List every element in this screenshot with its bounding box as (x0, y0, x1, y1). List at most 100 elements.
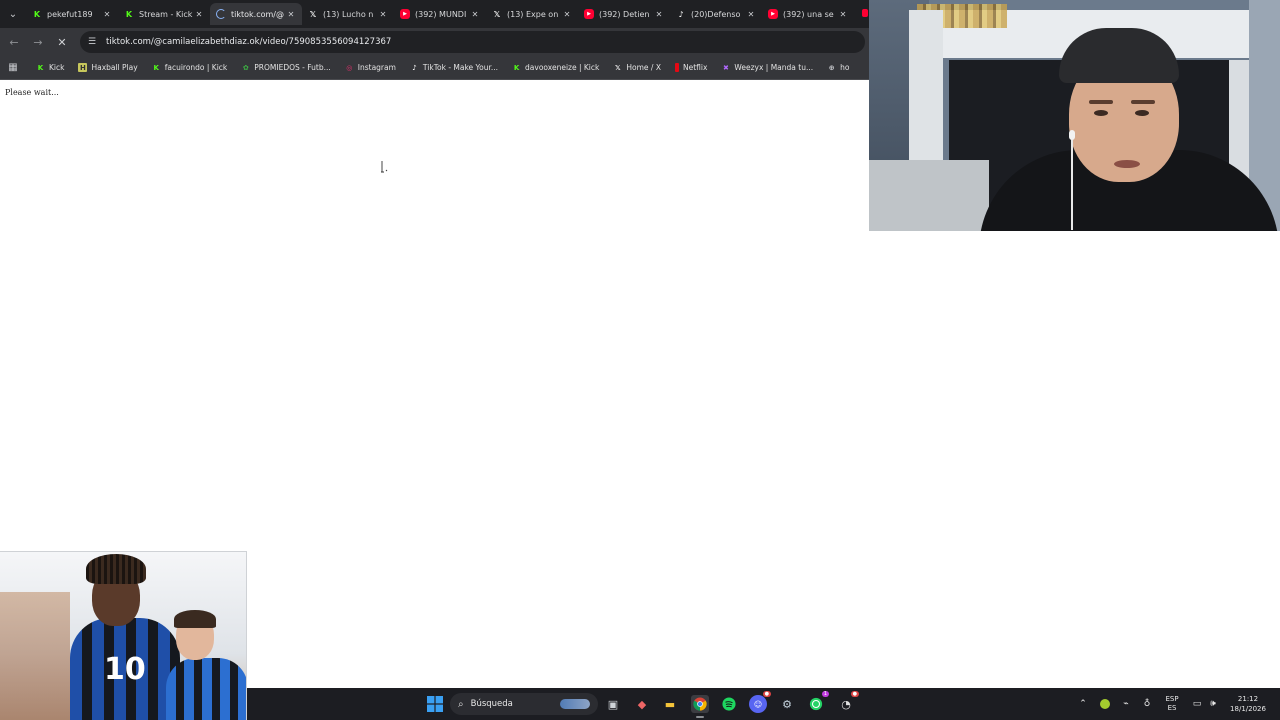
url-text: tiktok.com/@camilaelizabethdiaz.ok/video… (106, 37, 392, 47)
webcam-overlay (869, 0, 1280, 231)
thumbnail-stands (0, 592, 70, 720)
tab-youtube-detien[interactable]: ▶ (392) Detien ✕ (578, 3, 670, 25)
close-icon[interactable]: ✕ (378, 10, 388, 19)
streamer-mouth (1114, 160, 1140, 168)
whatsapp-icon[interactable]: 1 (807, 691, 829, 713)
copilot-icon[interactable]: ◆ (633, 695, 651, 713)
bookmark-ho[interactable]: ⊕ ho (827, 63, 850, 72)
kick-icon: K (513, 63, 520, 72)
tab-title: pekefut189 (47, 9, 93, 19)
taskbar: ⌕ Búsqueda ▣ ◆ ▬ ☺ ● ⚙ 1 ◔ ● ⌃ ⌁ ♁ ESP E… (247, 688, 1280, 720)
spotify-icon[interactable] (720, 695, 738, 713)
file-explorer-icon[interactable]: ▬ (661, 695, 679, 713)
bookmark-label: TikTok - Make Your... (422, 63, 499, 72)
netflix-icon (674, 63, 679, 72)
search-icon: ⌕ (458, 698, 464, 710)
bookmark-tiktok[interactable]: ♪ TikTok - Make Your... (410, 63, 498, 72)
forward-icon[interactable]: → (29, 33, 47, 51)
back-icon[interactable]: ← (5, 33, 23, 51)
tiktok-icon: ♪ (412, 63, 417, 72)
app-badge: ● (850, 691, 859, 697)
close-icon[interactable]: ✕ (286, 10, 296, 19)
close-icon[interactable]: ✕ (194, 10, 204, 19)
youtube-icon[interactable] (862, 9, 868, 17)
spotify-logo-icon (722, 697, 736, 711)
discord-icon[interactable]: ☺ ● (749, 691, 771, 713)
bookmark-promiedos[interactable]: ✿ PROMIEDOS - Futb... (241, 63, 331, 72)
browser-app-icon[interactable]: ◔ ● (837, 691, 859, 713)
football-thumbnail: 10 (0, 551, 247, 720)
tab-x-lucho[interactable]: 𝕏 (13) Lucho n ✕ (302, 3, 394, 25)
kick-icon: K (37, 63, 44, 72)
notification-badge: 1 (821, 691, 829, 697)
tray-status-icon[interactable] (1098, 688, 1112, 720)
kick-icon: K (125, 9, 133, 19)
apps-grid-icon[interactable]: ▦ (6, 62, 20, 73)
steam-icon[interactable]: ⚙ (778, 695, 796, 713)
bookmark-label: ho (840, 63, 850, 72)
bookmarks-bar: ▦ K Kick H Haxball Play K facuirondo | K… (0, 56, 869, 80)
bookmark-weezyx[interactable]: ✖ Weezyx | Manda tu... (721, 63, 813, 72)
tab-youtube-una[interactable]: ▶ (392) una se ✕ (762, 3, 854, 25)
loading-status-text: Please wait... (5, 88, 59, 97)
bookmark-instagram[interactable]: ◎ Instagram (345, 63, 396, 72)
taskbar-search[interactable]: ⌕ Búsqueda (450, 693, 598, 715)
chevron-up-icon[interactable]: ⌃ (1077, 688, 1089, 720)
jersey-number: 10 (104, 652, 146, 687)
chrome-logo-icon (693, 697, 707, 711)
tab-title: (20)Defenso (691, 9, 741, 19)
kick-icon: K (153, 63, 159, 72)
tab-title: (392) MUNDI (415, 9, 467, 19)
bookmark-home-x[interactable]: 𝕏 Home / X (613, 63, 661, 72)
bookmark-label: Netflix (682, 63, 708, 72)
youtube-icon: ▶ (768, 9, 778, 19)
site-info-icon[interactable]: ☰ (88, 37, 102, 47)
bookmark-kick[interactable]: K Kick (36, 63, 65, 72)
close-icon[interactable]: ✕ (654, 10, 664, 19)
address-toolbar: ← → ✕ ☰ tiktok.com/@camilaelizabethdiaz.… (0, 28, 869, 56)
bookmark-facuirondo[interactable]: K facuirondo | Kick (152, 63, 228, 72)
close-icon[interactable]: ✕ (746, 10, 756, 19)
network-off-icon[interactable]: ⌁ (1119, 688, 1133, 720)
x-icon: 𝕏 (615, 63, 621, 72)
language-indicator[interactable]: ESP ES (1161, 688, 1183, 720)
player-hair (86, 554, 146, 584)
tab-search-icon[interactable]: ⌄ (4, 5, 22, 23)
close-icon[interactable]: ✕ (470, 10, 480, 19)
tab-stream-kick[interactable]: K Stream - Kick ✕ (118, 3, 210, 25)
tab-tiktok-active[interactable]: tiktok.com/@ ✕ (210, 3, 302, 25)
chrome-icon[interactable] (691, 695, 709, 718)
search-label: Búsqueda (470, 699, 513, 709)
windows-start-icon[interactable] (427, 696, 443, 712)
tab-title: (392) Detien (599, 9, 650, 19)
stop-loading-icon[interactable]: ✕ (53, 33, 71, 51)
bookmark-haxball[interactable]: H Haxball Play (78, 63, 138, 72)
bookmark-davooxeneize[interactable]: K davooxeneize | Kick (512, 63, 600, 72)
display-icon[interactable]: ▭ (1191, 688, 1203, 720)
tab-youtube-mundi[interactable]: ▶ (392) MUNDI ✕ (394, 3, 486, 25)
close-icon[interactable]: ✕ (562, 10, 572, 19)
tab-strip: ⌄ K pekefut189 ✕ K Stream - Kick ✕ tikto… (0, 0, 869, 28)
bookmark-netflix[interactable]: Netflix (674, 63, 708, 72)
player2-hair (174, 610, 216, 628)
tab-tiktok-defenso[interactable]: ♪ (20)Defenso ✕ (670, 3, 762, 25)
address-bar[interactable]: ☰ tiktok.com/@camilaelizabethdiaz.ok/vid… (80, 31, 865, 53)
microphone-icon[interactable]: ♁ (1141, 688, 1153, 720)
tiktok-icon: ♪ (678, 9, 684, 19)
tab-x-expe[interactable]: 𝕏 (13) Expe on ✕ (486, 3, 578, 25)
clock[interactable]: 21:12 18/1/2026 (1223, 688, 1273, 720)
close-icon[interactable]: ✕ (838, 10, 848, 19)
tab-title: Stream - Kick (139, 9, 193, 19)
volume-icon[interactable]: 🕪 (1207, 688, 1219, 720)
globe-icon: ⊕ (828, 63, 835, 72)
screen: ⌄ K pekefut189 ✕ K Stream - Kick ✕ tikto… (0, 0, 1280, 720)
task-view-icon[interactable]: ▣ (604, 695, 622, 713)
bookmark-label: facuirondo | Kick (164, 63, 228, 72)
player2-jersey (166, 658, 246, 720)
tab-pekefut[interactable]: K pekefut189 ✕ (26, 3, 118, 25)
earbud-wire (1071, 140, 1073, 230)
tab-title: (13) Expe on (507, 9, 559, 19)
close-icon[interactable]: ✕ (102, 10, 112, 19)
tab-title: (13) Lucho n (323, 9, 374, 19)
youtube-icon: ▶ (584, 9, 594, 19)
